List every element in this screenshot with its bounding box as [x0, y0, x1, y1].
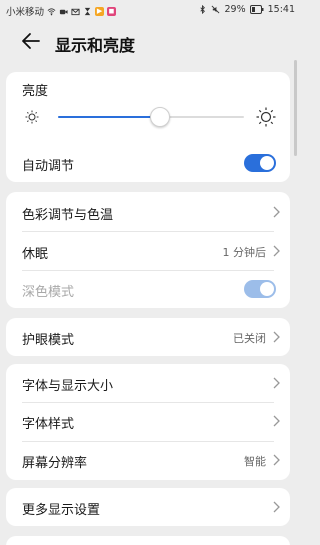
eye-comfort-value: 已关闭 — [233, 332, 266, 345]
chevron-right-icon — [273, 331, 280, 343]
resolution-value: 智能 — [244, 455, 266, 468]
more-display-settings-row[interactable]: 更多显示设置 — [6, 488, 290, 526]
dark-mode-label: 深色模式 — [22, 285, 75, 300]
color-temp-label: 色彩调节与色温 — [22, 208, 114, 223]
chevron-right-icon — [273, 454, 280, 466]
mail-icon — [71, 8, 80, 15]
resolution-label: 屏幕分辨率 — [22, 456, 88, 471]
page-title: 显示和亮度 — [55, 36, 136, 55]
more-settings-card: 更多显示设置 — [6, 488, 290, 526]
dark-mode-row: 深色模式 — [6, 270, 290, 308]
resolution-row[interactable]: 屏幕分辨率 智能 — [6, 441, 290, 479]
font-style-label: 字体样式 — [22, 417, 75, 432]
auto-adjust-label: 自动调节 — [22, 159, 75, 174]
page-header: 显示和亮度 — [0, 20, 300, 64]
bluetooth-icon — [200, 5, 206, 14]
brightness-slider-fill — [58, 116, 161, 118]
chevron-right-icon — [273, 377, 280, 389]
status-bar-left: 小米移动 ▶ ◼ — [6, 4, 117, 18]
sleep-label: 休眠 — [22, 247, 49, 262]
dark-mode-toggle[interactable] — [244, 280, 276, 298]
color-temp-row[interactable]: 色彩调节与色温 — [6, 193, 290, 231]
chevron-right-icon — [273, 501, 280, 513]
next-card-peek — [6, 536, 290, 545]
brightness-slider-thumb[interactable] — [150, 107, 171, 127]
font-settings-card: 字体与显示大小 字体样式 屏幕分辨率 智能 — [6, 364, 290, 480]
battery-percentage: 29% — [224, 4, 246, 15]
eye-comfort-card: 护眼模式 已关闭 — [6, 318, 290, 356]
sun-dim-icon — [25, 110, 39, 124]
status-bar-right: 29% 15:41 — [198, 4, 295, 15]
scrollbar[interactable] — [294, 60, 297, 156]
font-style-row[interactable]: 字体样式 — [6, 402, 290, 440]
battery-icon — [249, 5, 264, 14]
sleep-row[interactable]: 休眠 1 分钟后 — [6, 232, 290, 270]
display-settings-card: 色彩调节与色温 休眠 1 分钟后 深色模式 — [6, 192, 290, 308]
clock: 15:41 — [267, 4, 295, 15]
video-icon — [59, 9, 68, 14]
hourglass-icon — [84, 7, 91, 15]
chevron-right-icon — [273, 206, 280, 218]
sun-bright-icon — [256, 107, 276, 127]
wifi-icon — [47, 7, 56, 15]
mute-icon — [212, 5, 220, 14]
chevron-right-icon — [273, 415, 280, 427]
app-notification-icon: ▶ — [95, 6, 105, 16]
brightness-slider[interactable] — [58, 107, 244, 127]
status-bar: 小米移动 ▶ ◼ 29% 15:41 — [0, 0, 300, 20]
brightness-label: 亮度 — [22, 84, 49, 99]
auto-adjust-row: 自动调节 — [6, 144, 290, 182]
eye-comfort-label: 护眼模式 — [22, 333, 75, 348]
more-display-settings-label: 更多显示设置 — [22, 503, 101, 518]
font-size-label: 字体与显示大小 — [22, 379, 114, 394]
back-arrow-icon[interactable] — [20, 30, 42, 52]
toggle-knob — [260, 282, 274, 296]
toggle-knob — [260, 156, 274, 170]
app-badge-icon: ◼ — [107, 6, 117, 16]
font-size-row[interactable]: 字体与显示大小 — [6, 364, 290, 402]
sleep-value: 1 分钟后 — [222, 246, 267, 259]
carrier-name: 小米移动 — [6, 7, 45, 18]
chevron-right-icon — [273, 245, 280, 257]
brightness-card: 亮度 自动调节 — [6, 72, 290, 182]
eye-comfort-row[interactable]: 护眼模式 已关闭 — [6, 318, 290, 356]
auto-adjust-toggle[interactable] — [244, 154, 276, 172]
